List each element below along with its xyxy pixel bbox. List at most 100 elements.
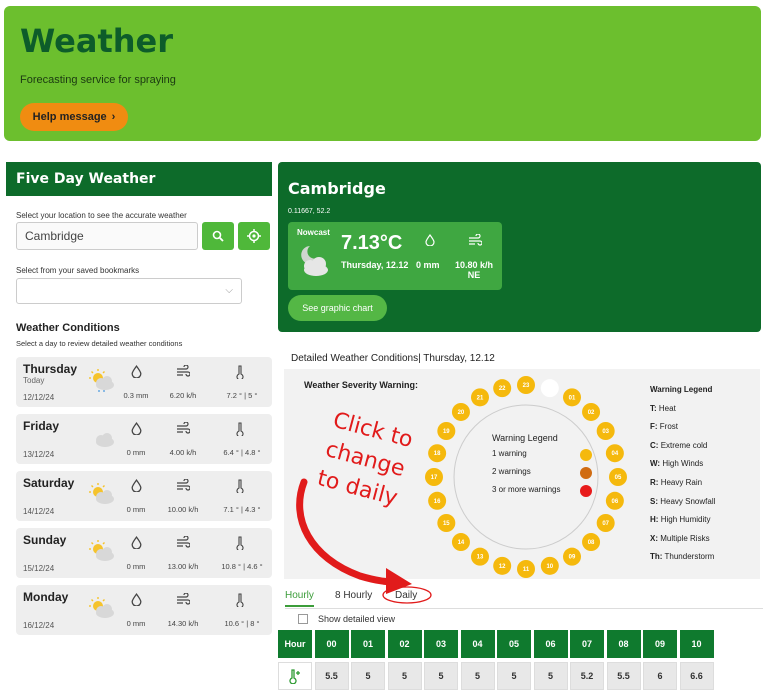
legend-desc: Extreme cold (660, 440, 708, 450)
hour-warning-dot[interactable]: 03 (596, 422, 615, 440)
partly-sunny-icon (89, 369, 114, 392)
crosshair-icon (247, 229, 261, 243)
detailed-view-toggle[interactable]: Show detailed view (298, 614, 395, 624)
center-legend-item: 1 warning (492, 449, 602, 461)
partly-sunny-icon (89, 540, 114, 561)
hour-warning-dot[interactable]: 04 (605, 444, 624, 463)
tab-hourly[interactable]: Hourly (285, 590, 314, 607)
location-summary: Cambridge 0.11667, 52.2 Nowcast 7.13°C T… (278, 162, 761, 332)
location-input[interactable]: Cambridge (16, 222, 198, 250)
hour-warning-dot[interactable]: 07 (596, 514, 615, 532)
legend-code: X: (650, 533, 658, 543)
legend-desc: Multiple Risks (660, 533, 710, 543)
conditions-subtitle: Select a day to review detailed weather … (16, 339, 183, 348)
day-card-thursday[interactable]: Thursday Today 12/12/24 0.3 mm 6.20 k/h 7.2 °… (16, 357, 272, 407)
coordinates: 0.11667, 52.2 (288, 208, 331, 215)
hour-warning-dot[interactable]: 19 (437, 422, 456, 440)
hour-warning-dot[interactable]: 23 (517, 376, 535, 394)
legend-swatch (580, 449, 592, 461)
thermometer-plus-icon (289, 669, 300, 684)
svg-text:21: 21 (477, 395, 484, 401)
day-date: 14/12/24 (23, 507, 55, 516)
chevron-right-icon: › (111, 111, 116, 123)
five-day-title: Five Day Weather (6, 162, 272, 196)
hour-header-label: Hour (278, 630, 312, 658)
hour-warning-dot[interactable]: 02 (582, 402, 601, 421)
day-name: Monday (23, 590, 69, 604)
city-name: Cambridge (288, 179, 386, 198)
day-sub: Today (23, 376, 45, 385)
droplet-icon (131, 593, 142, 606)
legend-desc: High Winds (662, 459, 704, 469)
temperature-row-icon (278, 662, 312, 690)
chevron-down-icon: ⌵ (225, 285, 233, 296)
hour-warning-dot[interactable]: 10 (540, 556, 559, 575)
hour-warning-dot[interactable]: 14 (451, 533, 470, 552)
day-temp: 7.2 ° | 5 ° (226, 391, 258, 400)
temperature-row: 5.5 5 5 5 5 5 5 5.2 5.5 6 6.6 (278, 662, 764, 692)
svg-text:18: 18 (434, 451, 441, 457)
droplet-icon (131, 536, 142, 549)
legend-code: C: (650, 440, 659, 450)
day-date: 12/12/24 (23, 393, 55, 402)
temperature-cell: 5 (424, 662, 458, 690)
svg-text:02: 02 (588, 410, 595, 416)
day-card-friday[interactable]: Friday 13/12/24 0 mm 4.00 k/h 6.4 ° | 4.8 ° (16, 414, 272, 464)
tab-8-hourly[interactable]: 8 Hourly (335, 590, 372, 601)
temperature-cell: 6 (643, 662, 677, 690)
hero-banner: Weather Forecasting service for spraying… (4, 6, 761, 141)
day-date: 13/12/24 (23, 450, 55, 459)
hour-warning-dot[interactable]: 09 (563, 547, 581, 566)
hour-warning-dot[interactable]: 06 (605, 491, 624, 510)
temperature-cell: 6.6 (679, 662, 714, 690)
current-date: Thursday, 12.12 (341, 260, 409, 270)
hour-warning-dot[interactable]: 13 (471, 547, 489, 566)
legend-code: H: (650, 515, 659, 525)
svg-text:08: 08 (588, 540, 595, 546)
legend-title: Warning Legend (650, 385, 713, 394)
wind-speed: 10.80 k/h (454, 260, 494, 270)
search-button[interactable] (202, 222, 234, 250)
center-legend-title: Warning Legend (492, 433, 558, 443)
center-legend-item: 3 or more warnings (492, 485, 602, 497)
hour-warning-dot[interactable]: 12 (493, 556, 512, 575)
legend-desc: Thunderstorm (664, 552, 715, 562)
bookmarks-select[interactable]: ⌵ (16, 278, 242, 304)
hour-warning-dot[interactable]: 22 (493, 379, 512, 398)
legend-text: 3 or more warnings (492, 485, 561, 494)
locate-button[interactable] (238, 222, 270, 250)
temperature-cell: 5 (387, 662, 422, 690)
hour-warning-dot[interactable]: 18 (428, 444, 447, 463)
day-card-sunday[interactable]: Sunday 15/12/24 0 mm 13.00 k/h 10.8 ° | 4.6 … (16, 528, 272, 578)
svg-text:14: 14 (458, 540, 465, 546)
temperature-cell: 5.2 (570, 662, 604, 690)
hour-warning-dot[interactable]: 05 (609, 468, 627, 486)
nowcast-card: Nowcast 7.13°C Thursday, 12.12 0 mm 10.8… (288, 222, 502, 290)
hour-warning-dot[interactable]: 20 (451, 402, 470, 421)
hour-warning-dot[interactable]: 01 (563, 388, 581, 407)
svg-text:12: 12 (499, 564, 506, 570)
day-wind: 14.30 k/h (167, 619, 199, 628)
legend-code: R: (650, 477, 659, 487)
help-message-button[interactable]: Help message › (20, 103, 128, 131)
hour-warning-dot[interactable]: 00 (540, 379, 559, 398)
detailed-view-checkbox[interactable] (298, 614, 308, 624)
graphic-chart-button[interactable]: See graphic chart (288, 295, 387, 321)
day-name: Saturday (23, 476, 75, 490)
hour-warning-dot[interactable]: 08 (582, 533, 601, 552)
day-card-saturday[interactable]: Saturday 14/12/24 0 mm 10.00 k/h 7.1 ° | 4.3… (16, 471, 272, 521)
hour-warning-dot[interactable]: 11 (517, 560, 535, 578)
conditions-title: Weather Conditions (16, 322, 120, 334)
help-label: Help message (32, 111, 107, 123)
droplet-icon (425, 234, 435, 246)
svg-text:04: 04 (612, 451, 619, 457)
svg-text:13: 13 (477, 555, 484, 561)
wind-icon (177, 365, 190, 377)
svg-text:06: 06 (612, 499, 619, 505)
hour-header-row: Hour 00 01 02 03 04 05 06 07 08 09 10 (278, 630, 764, 660)
day-card-monday[interactable]: Monday 16/12/24 0 mm 14.30 k/h 10.6 ° | 8 ° (16, 585, 272, 635)
hour-warning-dot[interactable]: 21 (471, 388, 489, 407)
legend-text: 2 warnings (492, 467, 531, 476)
hour-header-cell: 03 (424, 630, 458, 658)
legend-swatch (580, 467, 592, 479)
